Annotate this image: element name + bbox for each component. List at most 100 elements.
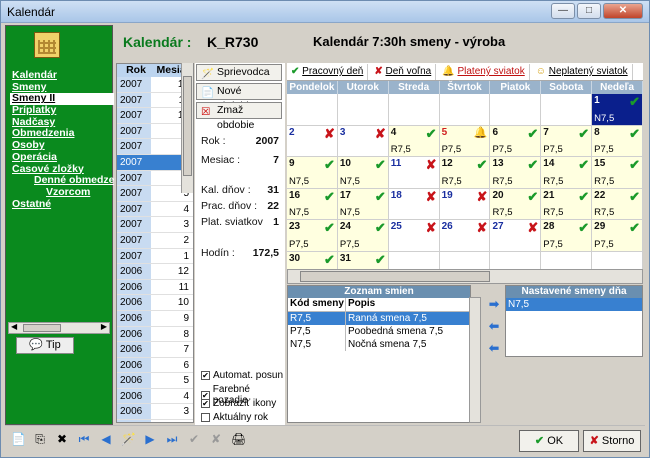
calendar-day[interactable]: 29 ✔ P7,5	[592, 220, 644, 252]
sidebar-item-priplatky[interactable]: Príplatky	[12, 105, 114, 117]
minimize-button[interactable]: —	[551, 3, 575, 19]
calendar-day[interactable]: 25 ✘	[388, 220, 440, 252]
pracovny-den-button[interactable]: ✔ Pracovný deň	[287, 63, 369, 80]
calendar-day[interactable]	[541, 94, 593, 126]
year-month-row[interactable]: 2006 8	[117, 326, 193, 343]
calendar-day[interactable]: 10 ✔ N7,5	[337, 157, 389, 189]
sidebar-item-operacia[interactable]: Operácia	[12, 152, 114, 164]
sidebar-item-nadcasy[interactable]: Nadčasy	[12, 117, 114, 129]
calendar-day[interactable]	[287, 94, 338, 126]
storno-button[interactable]: ✘ Storno	[583, 430, 641, 452]
year-month-row[interactable]: 2006 5	[117, 373, 193, 389]
calendar-day[interactable]: 21 ✔ R7,5	[541, 188, 593, 220]
zmaz-obdobie-button[interactable]: ☒ Zmaž obdobie	[196, 102, 282, 131]
calendar-day[interactable]: 26 ✘	[439, 220, 491, 252]
calendar-day[interactable]	[490, 94, 542, 126]
scroll-thumb[interactable]	[183, 76, 192, 176]
year-month-row[interactable]: 2006 7	[117, 342, 193, 358]
calendar-day[interactable]: 1 ✔ N7,5	[592, 94, 644, 126]
calendar-day[interactable]: 3 ✘	[337, 125, 389, 157]
calendar-day[interactable]: 16 ✔ N7,5	[287, 188, 338, 220]
den-volna-button[interactable]: ✘ Deň voľna	[370, 63, 437, 80]
year-month-row[interactable]: 2007 4	[117, 201, 193, 218]
year-month-row[interactable]: 2007 3	[117, 217, 193, 233]
calendar-day[interactable]: 28 ✔ P7,5	[541, 220, 593, 252]
scroll-right-icon[interactable]: ▶	[101, 322, 107, 331]
arrow-left-icon[interactable]: ⬅	[485, 319, 503, 341]
maximize-button[interactable]: □	[577, 3, 601, 19]
shift-row[interactable]: P7,5 Poobedná smena 7,5	[288, 325, 470, 338]
year-month-row[interactable]: 2006 12	[117, 264, 193, 280]
calendar-day[interactable]: 22 ✔ R7,5	[592, 188, 644, 220]
confirm-icon[interactable]: ✔	[187, 432, 201, 447]
year-month-row[interactable]: 2007 2	[117, 232, 193, 249]
calendar-day[interactable]: 13 ✔ R7,5	[490, 157, 542, 189]
new-icon[interactable]: 📄	[11, 432, 26, 447]
sidebar-item-obmedzenia[interactable]: Obmedzenia	[12, 128, 114, 140]
calendar-day[interactable]	[337, 94, 389, 126]
prev-icon[interactable]: ◀	[99, 432, 113, 447]
sidebar-item-casove-zlozky[interactable]: Časové zložky	[12, 164, 114, 176]
calendar-day[interactable]: 19 ✘	[439, 188, 491, 220]
sprievodca-button[interactable]: 🪄 Sprievodca	[196, 64, 282, 81]
tip-button[interactable]: 💬 Tip	[16, 337, 74, 354]
calendar-day[interactable]: 8 ✔ P7,5	[592, 125, 644, 157]
year-month-row[interactable]: 2006 9	[117, 310, 193, 327]
first-icon[interactable]: ⏮	[77, 432, 91, 447]
scroll-thumb[interactable]	[23, 324, 61, 332]
wand-icon[interactable]: 🪄	[121, 432, 136, 447]
neplateny-sviatok-button[interactable]: ☺ Neplatený sviatok	[532, 63, 633, 80]
calendar-day[interactable]	[388, 94, 440, 126]
year-month-row[interactable]: 2006 10	[117, 295, 193, 311]
cancel-icon[interactable]: ✘	[209, 432, 223, 447]
scroll-left-icon[interactable]: ◀	[11, 322, 17, 331]
last-icon[interactable]: ⏭	[165, 432, 179, 447]
shift-desc-header[interactable]: Popis	[346, 298, 470, 311]
calendar-day[interactable]: 9 ✔ N7,5	[287, 157, 338, 189]
year-month-row[interactable]: 2006 6	[117, 357, 193, 374]
arrow-left-all-icon[interactable]: ⬅	[485, 341, 503, 363]
zobrazit-ikony-checkbox[interactable]: ✔ Zobraziť ikony	[201, 398, 276, 409]
calendar-day[interactable]: 23 ✔ P7,5	[287, 220, 338, 252]
nove-obdobie-button[interactable]: 📄Nové obdobie	[196, 83, 282, 112]
list-scrollbar[interactable]	[181, 63, 193, 193]
shift-row[interactable]: N7,5 Nočná smena 7,5	[288, 338, 470, 351]
shift-row[interactable]: R7,5 Ranná smena 7,5	[288, 312, 470, 325]
sidebar-item-denne-obmedzenia[interactable]: Denné obmedze	[12, 175, 114, 187]
sidebar-item-kalendar[interactable]: Kalendár	[12, 70, 114, 82]
aktualny-rok-checkbox[interactable]: Aktuálny rok	[201, 412, 268, 423]
calendar-day[interactable]: 17 ✔ N7,5	[337, 188, 389, 220]
sidebar-scrollbar[interactable]: ◀ ▶	[8, 322, 110, 334]
calendar-day[interactable]: 15 ✔ R7,5	[592, 157, 644, 189]
sidebar-item-vzorcom[interactable]: Vzorcom	[12, 187, 114, 199]
sidebar-item-smeny[interactable]: Smeny	[12, 82, 114, 94]
plateny-sviatok-button[interactable]: 🔔 Platený sviatok	[438, 63, 530, 80]
print-icon[interactable]: 🖨	[231, 432, 246, 447]
year-month-row[interactable]: 2006 11	[117, 279, 193, 296]
calendar-day[interactable]: 6 ✔ P7,5	[490, 125, 542, 157]
calendar-day[interactable]: 18 ✘	[388, 188, 440, 220]
delete-icon[interactable]: ✖	[55, 432, 69, 447]
sidebar-item-smeny-ii[interactable]: Smeny II	[10, 93, 114, 106]
shift-list-scrollbar[interactable]	[469, 297, 481, 423]
scroll-thumb[interactable]	[300, 271, 490, 282]
next-icon[interactable]: ▶	[143, 432, 157, 447]
close-button[interactable]: ✕	[603, 3, 643, 19]
calendar-day[interactable]	[439, 94, 491, 126]
ok-button[interactable]: ✔ OK	[519, 430, 579, 452]
calendar-day[interactable]: 20 ✔ R7,5	[490, 188, 542, 220]
year-month-row[interactable]: 20062	[117, 420, 193, 422]
day-shift-row[interactable]: N7,5	[506, 298, 642, 311]
calendar-day[interactable]: 12 ✔ R7,5	[439, 157, 491, 189]
calendar-day[interactable]: 24 ✔ P7,5	[337, 220, 389, 252]
year-month-row[interactable]: 2006 4	[117, 388, 193, 405]
calendar-day[interactable]: 5 🔔 P7,5	[439, 125, 491, 157]
calendar-scrollbar[interactable]	[287, 269, 643, 284]
calendar-day[interactable]: 7 ✔ P7,5	[541, 125, 593, 157]
calendar-day[interactable]: 27 ✘	[490, 220, 542, 252]
year-month-row[interactable]: 2007 1	[117, 248, 193, 265]
calendar-day[interactable]: 2 ✘	[287, 125, 338, 157]
shift-code-header[interactable]: Kód smeny	[288, 298, 346, 311]
year-header[interactable]: Rok	[117, 64, 155, 77]
sidebar-item-osoby[interactable]: Osoby	[12, 140, 114, 152]
